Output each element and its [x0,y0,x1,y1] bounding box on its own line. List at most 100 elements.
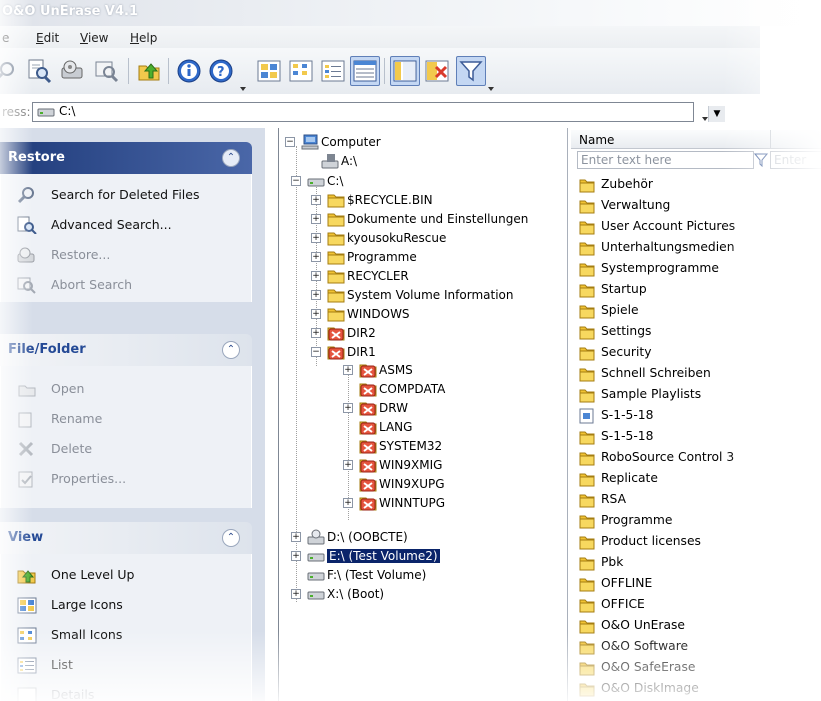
expand-toggle[interactable]: + [343,365,353,375]
tree-node-label: DRW [379,401,408,415]
folder-icon [579,431,595,445]
address-grip[interactable] [702,112,708,121]
task-properties[interactable]: Properties... [1,464,251,494]
collapse-toggle[interactable]: − [311,347,321,357]
expand-toggle[interactable]: + [291,532,301,542]
deleted-folder-icon [359,459,377,473]
file-icon [579,408,594,424]
help-button[interactable]: ? [206,56,236,86]
column-header-name[interactable]: Name [571,130,821,149]
expand-toggle[interactable]: + [343,403,353,413]
address-value: C:\ [59,104,76,118]
menu-edit[interactable]: Edit [36,31,59,45]
search-deleted-icon [17,187,34,204]
filter-row: Enter text here Enter [571,150,821,170]
drive-icon [307,572,325,581]
expand-toggle[interactable]: + [311,309,321,319]
expand-toggle[interactable]: + [291,551,301,561]
address-dropdown-icon[interactable]: ▼ [708,106,725,122]
toolbar-grip[interactable] [488,82,494,91]
folder-icon [579,599,595,613]
filter-input-2[interactable]: Enter [770,151,821,169]
task-details[interactable]: Details [1,680,251,701]
list-view-button[interactable] [318,56,348,86]
expand-toggle[interactable]: + [343,460,353,470]
collapse-icon[interactable]: ⌃ [222,341,240,359]
preview-pane-button[interactable] [390,56,420,86]
collapse-toggle[interactable]: − [291,176,301,186]
deleted-folder-icon [327,327,345,341]
delete-pane-button[interactable] [422,56,452,86]
info-button[interactable] [174,56,204,86]
details-view-button[interactable] [350,56,380,86]
filefolder-group-title: File/Folder [8,342,86,357]
tree-node-label: F:\ (Test Volume) [327,568,427,582]
expand-toggle[interactable]: + [311,195,321,205]
filter-input[interactable]: Enter text here [577,151,754,169]
advanced-search-button[interactable] [24,56,54,86]
expand-toggle[interactable]: + [311,233,321,243]
list-item-label: O&O DiskImage [601,681,699,695]
large-icons-icon [17,597,37,614]
expand-toggle[interactable]: + [311,271,321,281]
task-rename[interactable]: Rename [1,404,251,434]
task-open[interactable]: Open [1,374,251,404]
abort-search-button[interactable] [92,56,122,86]
restore-group-header[interactable]: Restore ⌃ [0,142,252,174]
folder-icon [579,263,595,277]
deleted-folder-icon [359,402,377,416]
folder-icon [579,515,595,529]
task-one-level-up[interactable]: One Level Up [1,560,251,590]
task-advanced-search[interactable]: Advanced Search... [1,210,251,240]
folder-icon [327,213,345,227]
large-icons-button[interactable] [254,56,284,86]
drive-icon [307,591,325,600]
folder-tree: − Computer A:\ − C:\ + $RECYCLE.BIN + Dokum… [278,128,568,701]
task-search-deleted[interactable]: Search for Deleted Files [1,180,251,210]
expand-toggle[interactable]: + [311,252,321,262]
menu-view[interactable]: View [80,31,108,45]
expand-toggle[interactable]: + [311,328,321,338]
collapse-toggle[interactable]: − [285,137,295,147]
task-large-icons[interactable]: Large Icons [1,590,251,620]
small-icons-button[interactable] [286,56,316,86]
address-input[interactable]: C:\ ▼ [32,102,725,122]
one-level-up-button[interactable] [134,56,164,86]
folder-icon [579,578,595,592]
tree-node-label: WIN9XMIG [379,458,443,472]
toolbar-grip[interactable] [240,82,246,91]
tree-node-label: DIR2 [347,326,376,340]
restore-button[interactable] [58,56,88,86]
task-abort-search[interactable]: Abort Search [1,270,251,300]
expand-toggle[interactable]: + [311,214,321,224]
task-label: Small Icons [51,627,123,642]
drive-icon [37,108,55,117]
filter-icon[interactable] [754,153,768,167]
task-restore[interactable]: Restore... [1,240,251,270]
filefolder-group-header[interactable]: File/Folder ⌃ [0,334,252,366]
task-small-icons[interactable]: Small Icons [1,620,251,650]
menu-file[interactable]: e [2,31,9,45]
view-group-header[interactable]: View ⌃ [0,522,252,554]
floppy-drive-icon [321,154,339,169]
folder-icon [579,683,595,697]
folder-icon [327,194,345,208]
collapse-icon[interactable]: ⌃ [222,149,240,167]
list-item-label: Pbk [601,555,624,569]
expand-toggle[interactable]: + [291,589,301,599]
column-divider[interactable] [770,130,771,148]
menu-help[interactable]: Help [130,31,157,45]
search-deleted-icon [0,62,14,79]
preview-pane-icon [393,60,417,82]
expand-toggle[interactable]: + [343,498,353,508]
search-deleted-button[interactable] [0,56,20,86]
list-item-label: S-1-5-18 [601,429,654,443]
folder-icon [579,452,595,466]
filter-button[interactable] [456,56,486,86]
expand-toggle[interactable]: + [311,290,321,300]
list-item-label: User Account Pictures [601,219,736,233]
task-list[interactable]: List [1,650,251,680]
task-delete[interactable]: Delete [1,434,251,464]
collapse-icon[interactable]: ⌃ [222,529,240,547]
folder-icon [579,305,595,319]
